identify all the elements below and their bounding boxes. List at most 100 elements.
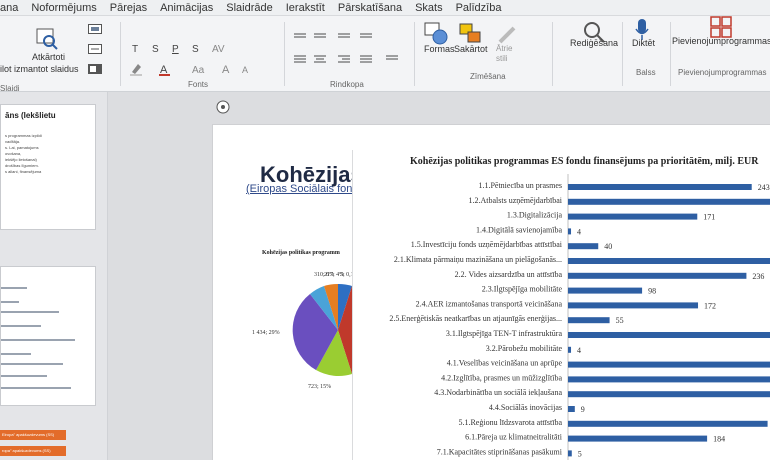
slide-subtitle[interactable]: (Eiropas Sociālais fond	[246, 183, 359, 195]
ribbon-separator	[622, 22, 623, 86]
category-label: 1.3.Digitalizācija	[507, 211, 563, 220]
powerpoint-window: ana Noformējums Pārejas Animācijas Slaid…	[0, 0, 770, 460]
ribbon-separator	[284, 22, 285, 86]
svg-text:A: A	[242, 65, 248, 75]
category-label: 4.1.Veselības veicināšana un aprūpe	[447, 359, 563, 368]
bar	[568, 406, 575, 412]
slide-thumbnail[interactable]: āns (Iekšlietu s programmas izpildi vadī…	[0, 104, 96, 230]
reset-icon[interactable]	[88, 44, 102, 54]
svg-text:T: T	[132, 44, 138, 54]
ribbon: Atkārtoti ilot izmantot slaidus Slaidi T…	[0, 16, 770, 93]
bar	[568, 420, 768, 427]
bar	[568, 332, 770, 338]
bar	[568, 391, 770, 398]
font-buttons-icon[interactable]: T S P S AV	[130, 42, 270, 54]
bar	[568, 258, 770, 264]
font-color-icon[interactable]: A Aa A A	[130, 62, 270, 76]
bar	[568, 228, 572, 235]
pie-label: 723; 15%	[308, 384, 332, 390]
editing-label[interactable]: Rediģēšana	[570, 38, 618, 48]
thumbnail-tag: Eiropa" apakšuzdevums (SS)	[0, 430, 66, 440]
tab-help[interactable]: Palīdzība	[456, 2, 502, 14]
chart-title: Kohēzijas politikas programmas ES fondu …	[410, 156, 759, 167]
svg-text:AV: AV	[212, 44, 225, 54]
category-label: 6.1.Pāreja uz klimatneitralitāti	[465, 433, 563, 442]
pie-chart[interactable]	[286, 280, 358, 380]
bar	[568, 184, 752, 190]
designer-icon[interactable]	[216, 100, 230, 114]
quick-styles-label[interactable]: Ātrie stili	[496, 44, 520, 64]
reuse-slides-label2: ilot izmantot slaidus	[0, 64, 79, 74]
svg-text:Aa: Aa	[192, 65, 205, 76]
tab-animations[interactable]: Animācijas	[160, 2, 213, 14]
bar	[568, 243, 599, 250]
tab-slideshow[interactable]: Slaidrāde	[226, 2, 272, 14]
tab-transitions[interactable]: Pārejas	[110, 2, 147, 14]
value-label: 172	[704, 301, 716, 310]
category-label: 1.1.Pētniecība un prasmes	[478, 181, 562, 190]
value-label: 9	[581, 405, 585, 414]
pie-label: 1 434; 29%	[252, 330, 280, 336]
category-label: 2.3.Ilgtspējīga mobilitāte	[482, 285, 563, 294]
bar	[568, 272, 747, 279]
value-label: 184	[713, 435, 725, 444]
thumbnail-text: s programmas izpildi vadītāja. s. Lai, p…	[5, 133, 42, 174]
bar	[568, 287, 643, 294]
bar-chart[interactable]: 1.1.Pētniecība un prasmes 243 1.2.Atbalsts…	[352, 172, 770, 460]
arrange-label[interactable]: Sakārtot	[454, 44, 488, 54]
value-label: 40	[604, 242, 612, 251]
arrange-icon[interactable]	[458, 22, 484, 46]
value-label: 5	[578, 449, 582, 458]
value-label: 55	[616, 316, 624, 325]
add-ins-icon[interactable]	[710, 16, 732, 38]
dictate-label[interactable]: Diktēt	[632, 38, 655, 48]
reuse-slides-icon[interactable]	[36, 28, 58, 50]
group-paragraph-label: Rindkopa	[330, 80, 364, 89]
paragraph-buttons-icon[interactable]	[292, 26, 412, 76]
bar	[568, 213, 698, 220]
value-label: 243	[758, 183, 770, 192]
category-label: 3.2.Pārobežu mobilitāte	[486, 344, 563, 353]
bar	[568, 346, 572, 353]
shapes-label[interactable]: Formas	[424, 44, 455, 54]
category-label: 3.1.Ilgtspējīga TEN-T infrastruktūra	[446, 329, 563, 338]
tab-home[interactable]: ana	[0, 2, 18, 14]
thumbnail-tag: ropa" apakšuzdevums (SS)	[0, 446, 66, 456]
category-label: 1.2.Atbalsts uzņēmējdarbībai	[468, 196, 562, 206]
pie-chart-title: Kohēzijas politikas programm	[262, 250, 340, 256]
bar	[568, 317, 610, 324]
bar	[568, 435, 708, 442]
bar	[568, 198, 770, 205]
value-label: 171	[703, 213, 715, 222]
reuse-slides-label[interactable]: Atkārtoti	[32, 52, 65, 62]
quick-styles-icon[interactable]	[496, 24, 518, 46]
category-label: 2.5.Enerģētiskās neatkarības un atjaunīg…	[389, 314, 562, 323]
bar	[568, 361, 770, 368]
bar	[568, 450, 572, 457]
add-ins-label[interactable]: Pievienojumprogrammas	[672, 36, 770, 46]
category-label: 7.1.Kapacitātes stiprināšanas pasākumi	[437, 447, 563, 456]
tab-design[interactable]: Noformējums	[31, 2, 96, 14]
slide-thumbnail-chart[interactable]	[0, 266, 96, 406]
tab-view[interactable]: Skats	[415, 2, 443, 14]
slide-thumbnails-panel: āns (Iekšlietu s programmas izpildi vadī…	[0, 92, 108, 460]
bar	[568, 376, 770, 383]
tab-review[interactable]: Pārskatīšana	[338, 2, 402, 14]
svg-text:P: P	[172, 44, 179, 54]
group-add-ins-label: Pievienojumprogrammas	[678, 68, 767, 77]
category-label: 4.3.Nodarbinātība un sociālā iekļaušana	[434, 388, 562, 398]
section-icon[interactable]	[88, 64, 102, 74]
shapes-icon[interactable]	[424, 22, 450, 46]
category-label: 4.4.Sociālās inovācijas	[489, 403, 562, 412]
ribbon-separator	[414, 22, 415, 86]
category-label: 2.4.AER izmantošanas transportā veicināš…	[416, 299, 563, 308]
layout-icon[interactable]	[88, 24, 102, 34]
group-font-label: Fonts	[188, 80, 209, 89]
category-label: 4.2.Izglītība, prasmes un mūžizglītība	[441, 373, 562, 382]
category-label: 2.2. Vides aizsardzība un attīstība	[455, 270, 563, 279]
group-drawing-label: Zīmēšana	[470, 72, 506, 81]
thumbnail-title: āns (Iekšlietu	[5, 111, 56, 120]
ribbon-separator	[120, 22, 121, 86]
tab-record[interactable]: Ierakstīt	[286, 2, 325, 14]
category-label: 1.5.Investīciju fonds uzņēmējdarbības at…	[411, 240, 563, 250]
